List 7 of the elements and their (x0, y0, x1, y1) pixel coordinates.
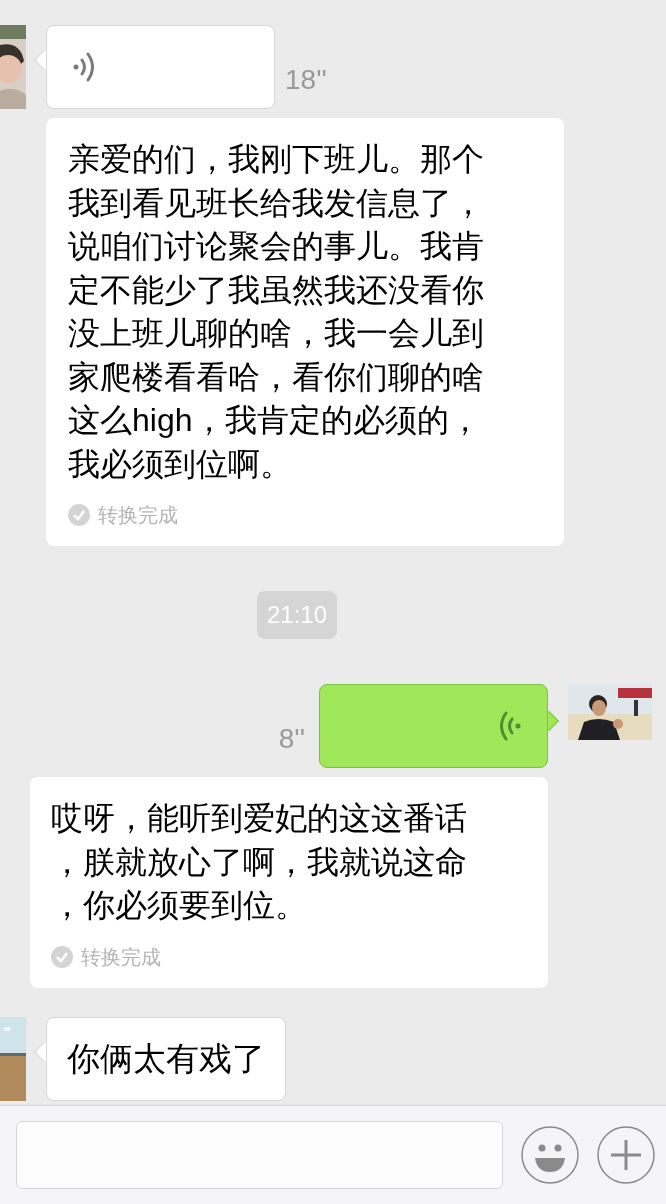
transcript-text: 哎呀，能听到爱妃的这这番话，朕就放心了啊，我就说这命，你必须要到位。 (51, 799, 468, 925)
transcript-status: 转换完成 (81, 944, 161, 970)
transcript-text: 亲爱的们，我刚下班儿。那个我到看见班长给我发信息了，说咱们讨论聚会的事儿。我肯定不能少了我虽然我还没看你没上班儿聊的啥，我一会儿到家爬楼看看哈，看你们聊的啥这么high，我肯定的必须的，我必须到位啊。 (68, 140, 485, 484)
message-text: 你俩太有戏了 (67, 1038, 265, 1079)
voice-duration: 8'' (278, 722, 305, 756)
transcript-status: 转换完成 (98, 503, 178, 528)
voice-duration: 18'' (285, 63, 327, 97)
